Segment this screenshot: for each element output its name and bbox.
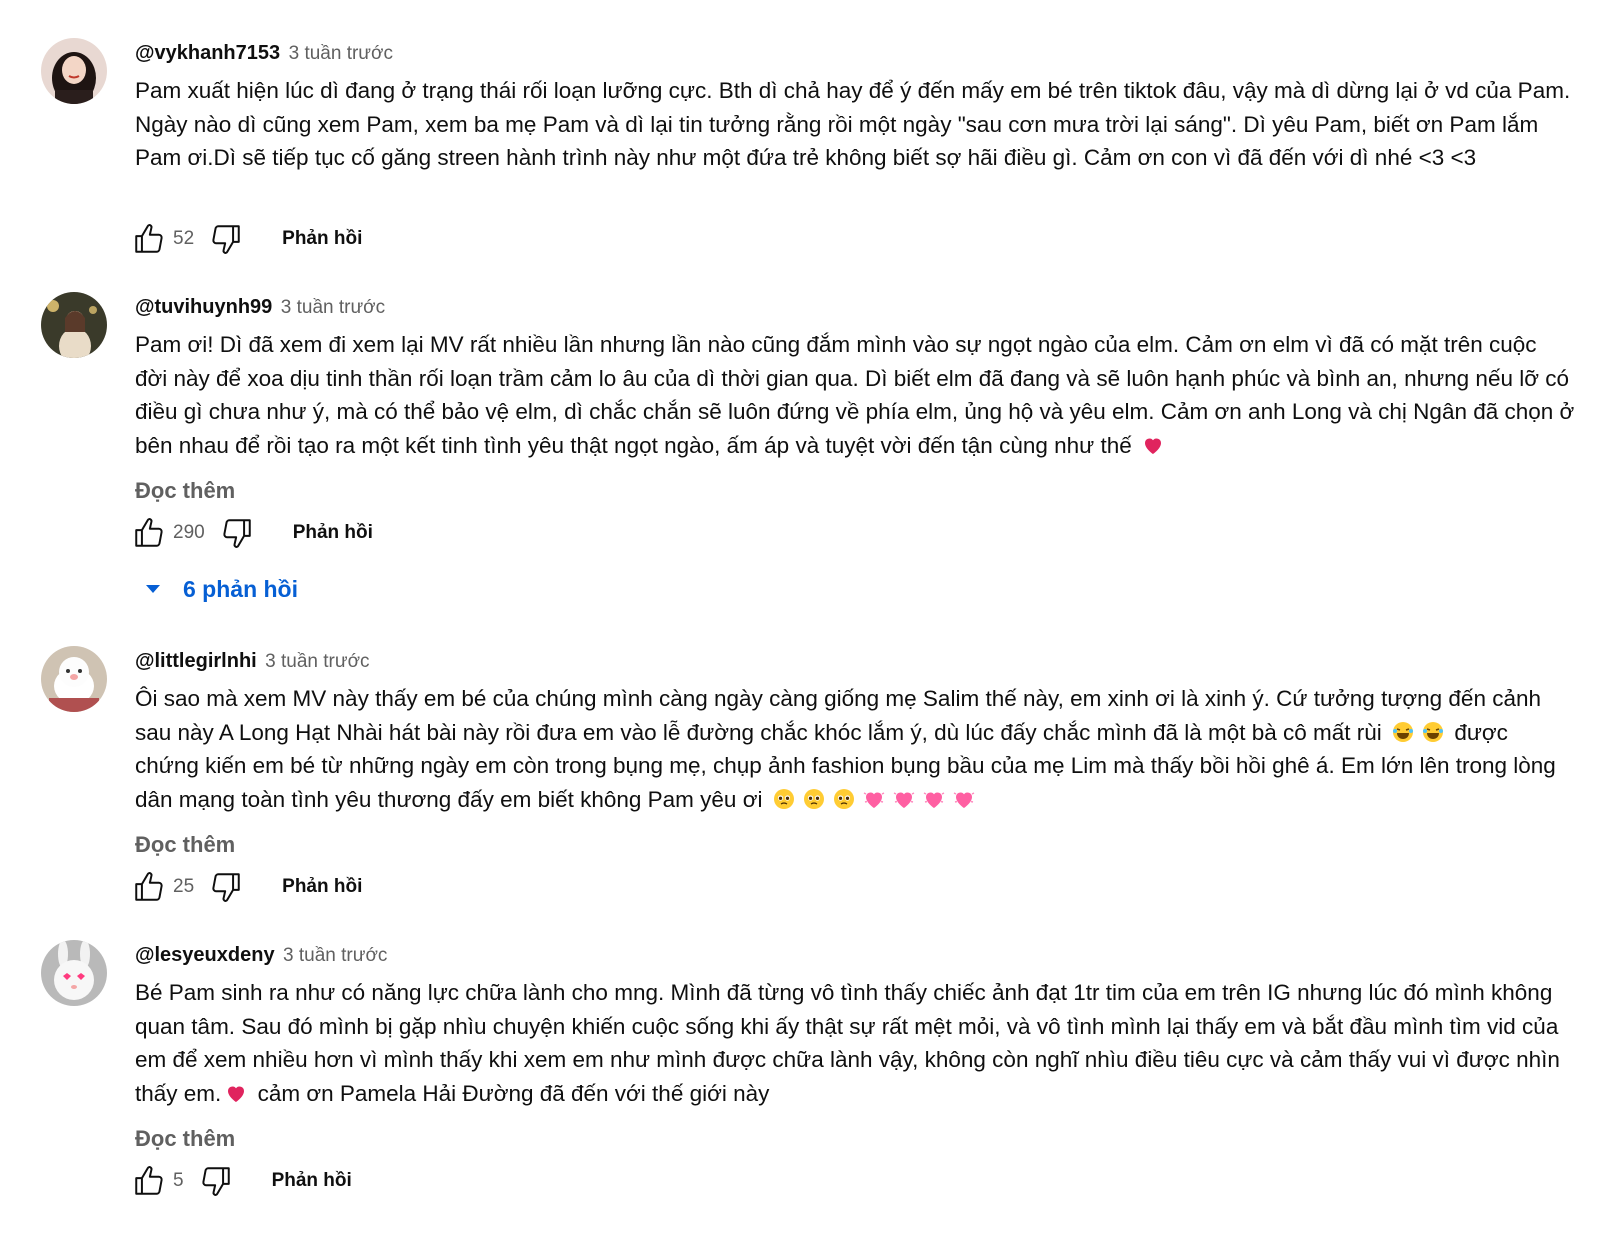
read-more-button[interactable]: Đọc thêm [135,476,1575,506]
pleading-face-icon [802,787,826,811]
comment-header: @vykhanh7153 3 tuần trước [135,38,1575,68]
comment-text: Pam ơi! Dì đã xem đi xem lại MV rất nhiề… [135,332,1575,458]
comment-actions: 52 Phản hồi [131,221,362,257]
avatar-girl-icon[interactable] [41,38,107,104]
thumb-down-icon [220,516,254,550]
red-heart-icon [1141,433,1165,457]
comment-author[interactable]: @lesyeuxdeny [135,944,275,966]
reply-button[interactable]: Phản hồi [282,228,362,250]
like-count: 5 [173,1170,184,1191]
pleading-face-icon [832,787,856,811]
pink-heart-icon [952,787,976,811]
comment-header: @littlegirlnhi 3 tuần trước [135,646,1575,676]
comment-author[interactable]: @tuvihuynh99 [135,296,272,318]
comment-actions: 5 Phản hồi [131,1163,352,1199]
like-count: 25 [173,876,195,897]
avatar-cartoon-icon[interactable] [41,646,107,712]
like-count: 52 [173,228,195,249]
comment-text: Ôi sao mà xem MV này thấy em bé của chún… [135,686,1556,812]
thumb-down-icon [209,222,243,256]
pink-heart-icon [862,787,886,811]
comment-actions: 25 Phản hồi [131,869,362,905]
read-more-button[interactable]: Đọc thêm [135,1124,1575,1154]
pink-heart-icon [892,787,916,811]
like-count: 290 [173,522,205,543]
dislike-button[interactable] [198,1163,234,1199]
thumb-up-icon [132,1164,166,1198]
like-button[interactable] [131,515,167,551]
comment-header: @lesyeuxdeny 3 tuần trước [135,940,1575,970]
comment-author[interactable]: @littlegirlnhi [135,650,257,672]
replies-count: 6 phản hồi [183,575,298,602]
pink-heart-icon [922,787,946,811]
reply-button[interactable]: Phản hồi [282,876,362,898]
thumb-up-icon [132,870,166,904]
reply-button[interactable]: Phản hồi [293,522,373,544]
comment-time[interactable]: 3 tuần trước [283,945,387,966]
laughing-face-icon [1391,720,1415,744]
dislike-button[interactable] [208,869,244,905]
like-button[interactable] [131,1163,167,1199]
read-more-button[interactable]: Đọc thêm [135,830,1575,860]
red-heart-icon [224,1081,248,1105]
comment-author[interactable]: @vykhanh7153 [135,42,280,64]
comment-header: @tuvihuynh99 3 tuần trước [135,292,1575,322]
pleading-face-icon [772,787,796,811]
reply-button[interactable]: Phản hồi [272,1170,352,1192]
comment-text: Bé Pam sinh ra như có năng lực chữa lành… [135,980,1560,1106]
dislike-button[interactable] [208,221,244,257]
comment-time[interactable]: 3 tuần trước [289,43,393,64]
comment-time[interactable]: 3 tuần trước [281,297,385,318]
show-replies-button[interactable]: 6 phản hồi [143,569,298,609]
thumb-down-icon [199,1164,233,1198]
avatar-photo-icon[interactable] [41,292,107,358]
thumb-up-icon [132,222,166,256]
comment-time[interactable]: 3 tuần trước [265,651,369,672]
avatar-bunny-icon[interactable] [41,940,107,1006]
comment-actions: 290 Phản hồi [131,515,373,551]
like-button[interactable] [131,869,167,905]
laughing-face-icon [1421,720,1445,744]
caret-down-icon [146,585,160,593]
thumb-down-icon [209,870,243,904]
dislike-button[interactable] [219,515,255,551]
thumb-up-icon [132,516,166,550]
like-button[interactable] [131,221,167,257]
comment-text: Pam xuất hiện lúc dì đang ở trạng thái r… [135,78,1571,170]
